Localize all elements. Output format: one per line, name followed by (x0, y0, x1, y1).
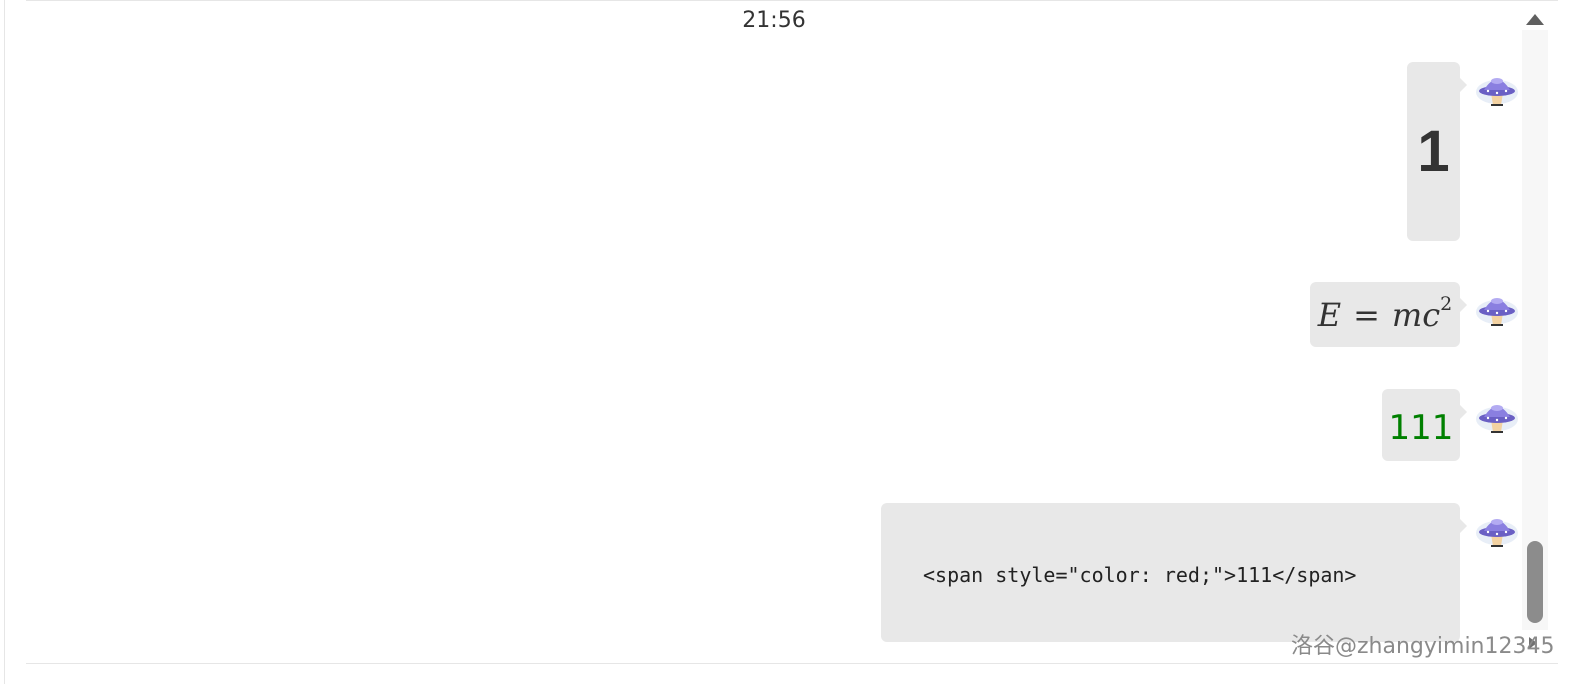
watermark-text: 洛谷@zhangyimin12345 (1291, 634, 1555, 659)
math-formula: E = mc2 (1317, 292, 1453, 334)
ufo-icon[interactable] (1474, 392, 1520, 438)
colored-text: 111 (1388, 408, 1454, 448)
triangle-up-icon[interactable] (1526, 14, 1544, 25)
message-timestamp: 21:56 (742, 8, 806, 33)
ufo-icon[interactable] (1474, 285, 1520, 331)
message-bubble-code[interactable]: <span style="color: red;">111</span> (881, 503, 1467, 642)
scrollbar-track[interactable] (1522, 30, 1548, 630)
top-divider (26, 0, 1558, 1)
code-text: <span style="color: red;">111</span> (923, 562, 1357, 587)
ufo-icon[interactable] (1474, 506, 1520, 552)
message-bubble-colored[interactable]: 111 (1382, 389, 1467, 461)
scrollbar-thumb[interactable] (1527, 541, 1543, 623)
message-bubble-heading[interactable]: 1 (1407, 62, 1467, 241)
ufo-icon[interactable] (1474, 65, 1520, 111)
heading-text: 1 (1417, 119, 1450, 184)
bottom-divider (26, 663, 1558, 664)
message-bubble-math[interactable]: E = mc2 (1310, 282, 1467, 347)
